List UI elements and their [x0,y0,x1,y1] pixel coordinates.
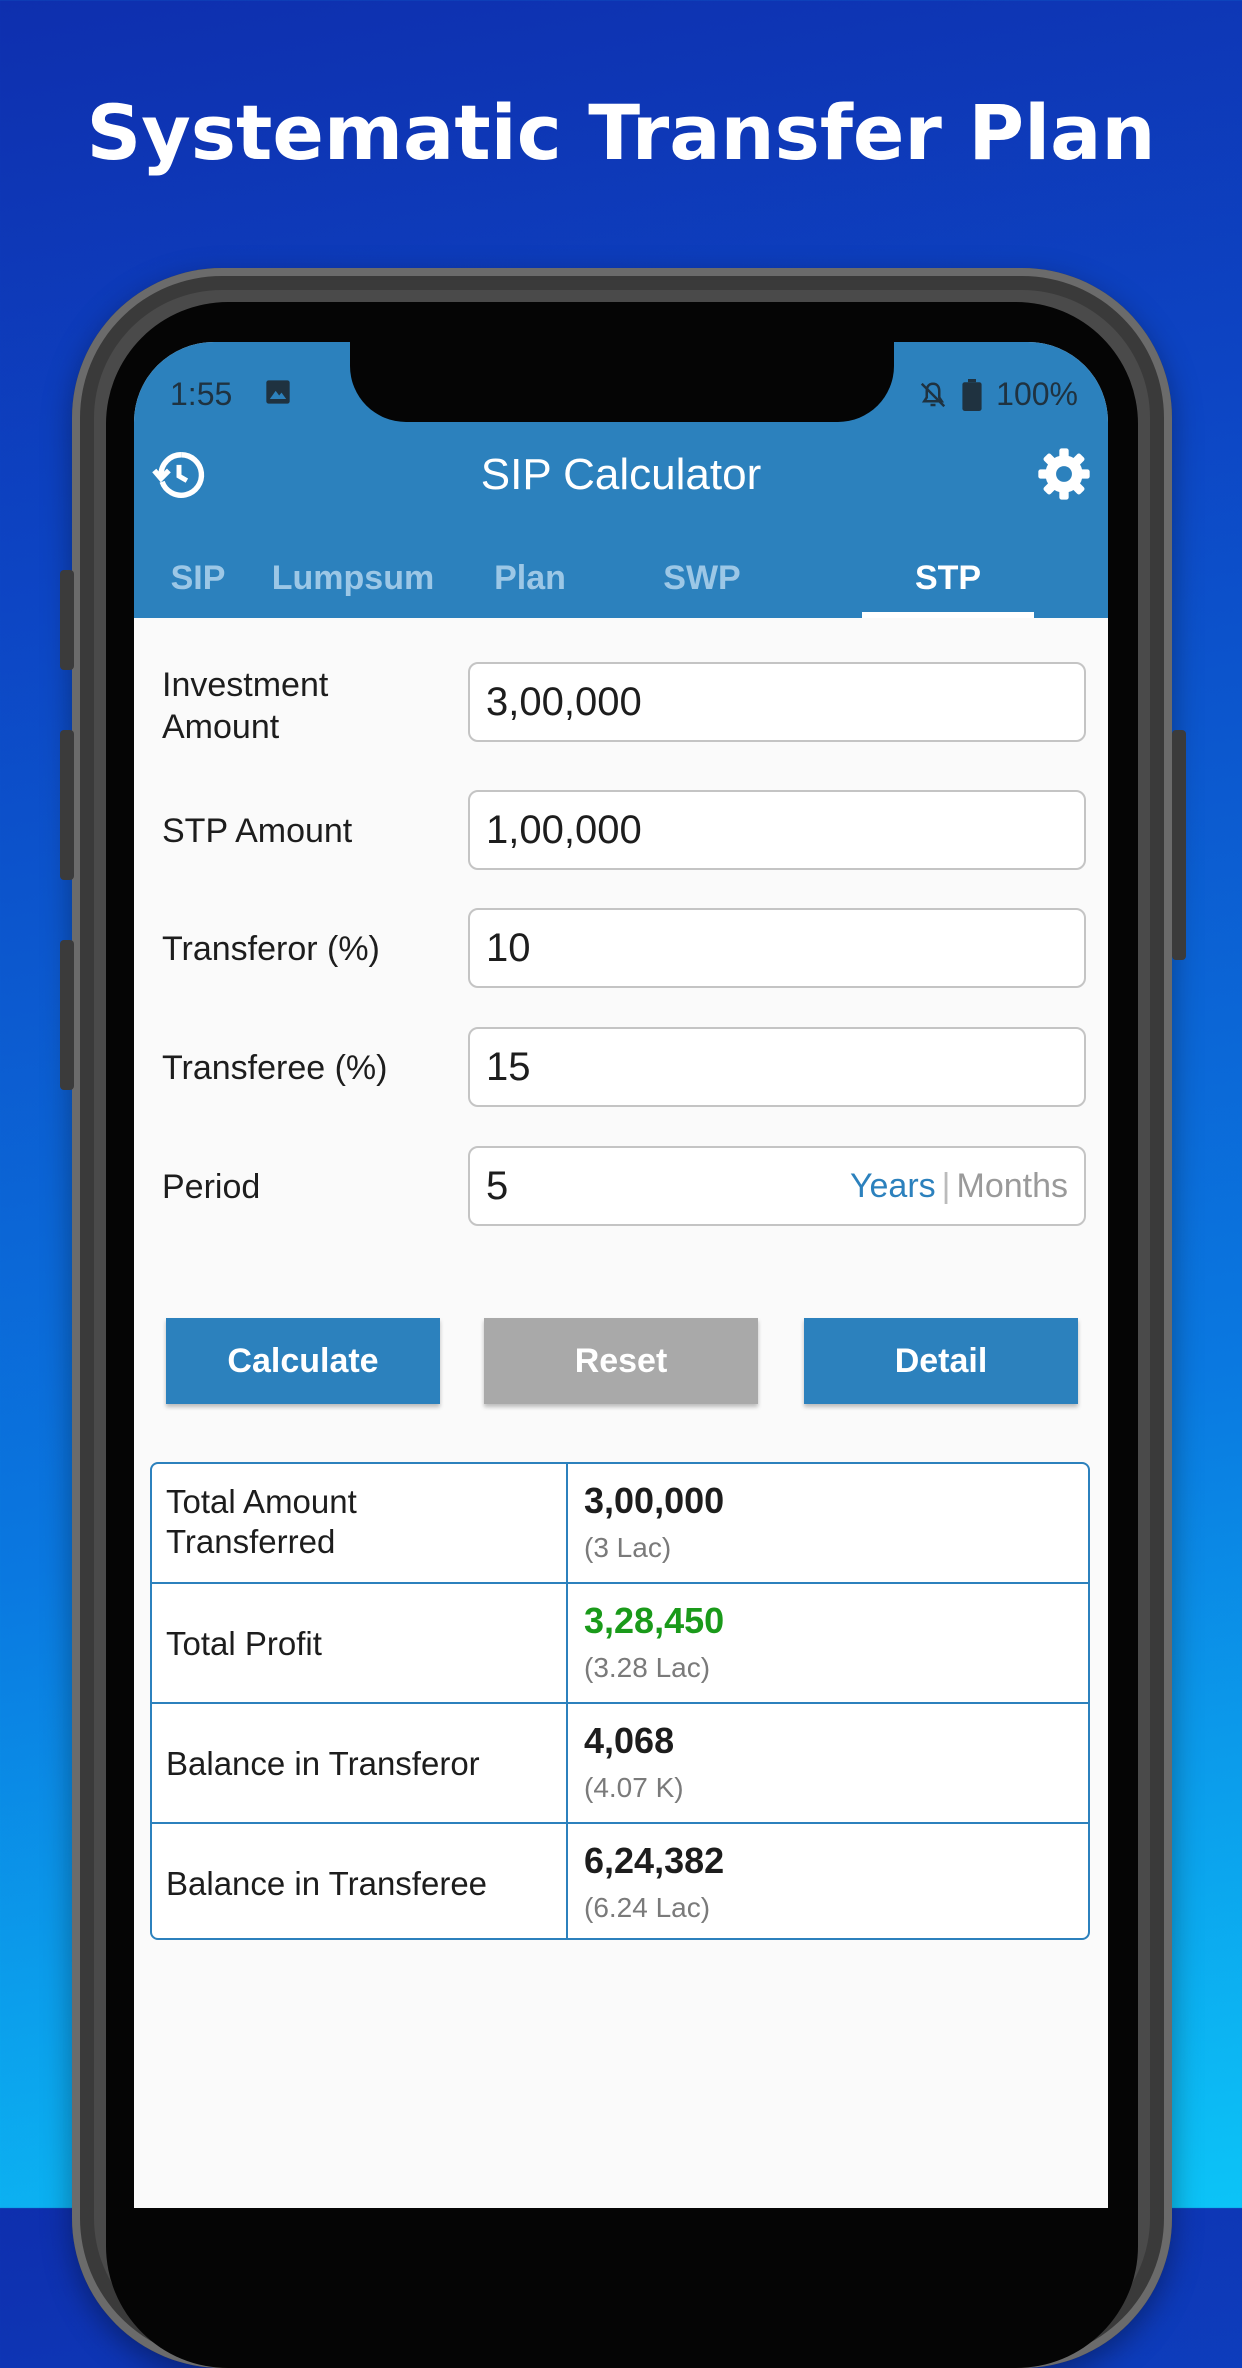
investment-amount-input[interactable]: 3,00,000 [468,662,1086,742]
result-row-balance-transferee: Balance in Transferee 6,24,382 (6.24 Lac… [152,1824,1088,1944]
unit-separator: | [941,1167,951,1205]
battery-level: 100% [996,376,1078,412]
period-unit-toggle: Years | Months [850,1148,1068,1224]
stp-amount-input[interactable]: 1,00,000 [468,790,1086,870]
detail-button[interactable]: Detail [804,1318,1078,1404]
tab-swp[interactable]: SWP [616,538,788,618]
result-value-profit: 3,28,450 [584,1600,725,1641]
phone-notch [350,330,894,422]
active-tab-indicator [862,612,1034,618]
period-label: Period [162,1168,261,1206]
image-notification-icon [266,380,290,404]
unit-months-option[interactable]: Months [957,1167,1069,1205]
result-sub-value: (3 Lac) [584,1532,672,1563]
tab-lumpsum[interactable]: Lumpsum [262,538,444,618]
promo-headline: Systematic Transfer Plan [86,88,1156,177]
bell-off-icon [921,381,946,407]
results-table: Total Amount Transferred 3,00,000 (3 Lac… [150,1462,1090,1940]
result-row-balance-transferor: Balance in Transferor 4,068 (4.07 K) [152,1704,1088,1824]
app-screen: 1:55 100% SIP Calculator SIP Lumpsum Pla… [134,342,1108,2208]
period-field: 5 Years | Months [468,1146,1086,1226]
transferee-label: Transferee (%) [162,1049,388,1087]
phone-side-button [60,570,74,670]
status-time: 1:55 [170,376,233,412]
transferor-label: Transferor (%) [162,930,380,968]
battery-icon [962,378,982,411]
transferee-input[interactable]: 15 [468,1027,1086,1107]
result-value: 6,24,382 [584,1840,725,1881]
result-row-total-transferred: Total Amount Transferred 3,00,000 (3 Lac… [152,1464,1088,1584]
unit-years-option[interactable]: Years [850,1167,936,1205]
investment-amount-label: Investment Amount [162,666,329,746]
result-sub-value: (3.28 Lac) [584,1652,711,1683]
result-label: Balance in Transferee [166,1865,488,1902]
phone-side-button [60,940,74,1090]
app-title: SIP Calculator [480,450,762,499]
tab-plan[interactable]: Plan [444,538,616,618]
result-sub-value: (4.07 K) [584,1772,684,1803]
phone-side-button [60,730,74,880]
gear-icon[interactable] [1036,446,1092,502]
status-indicators: 100% [918,376,1078,413]
phone-side-button [1172,730,1186,960]
period-input[interactable]: 5 [486,1164,508,1208]
transferor-input[interactable]: 10 [468,908,1086,988]
reset-button[interactable]: Reset [484,1318,758,1404]
tab-stp[interactable]: STP [862,538,1034,618]
result-value: 3,00,000 [584,1480,725,1521]
result-row-total-profit: Total Profit 3,28,450 (3.28 Lac) [152,1584,1088,1704]
tab-bar: SIP Lumpsum Plan SWP STP [134,538,1108,618]
result-sub-value: (6.24 Lac) [584,1892,711,1923]
tab-sip[interactable]: SIP [134,538,262,618]
result-label: Total Amount Transferred [166,1483,357,1560]
stp-amount-label: STP Amount [162,812,353,850]
calculate-button[interactable]: Calculate [166,1318,440,1404]
result-label: Balance in Transferor [166,1745,480,1782]
result-label: Total Profit [166,1625,322,1662]
result-value: 4,068 [584,1720,675,1761]
